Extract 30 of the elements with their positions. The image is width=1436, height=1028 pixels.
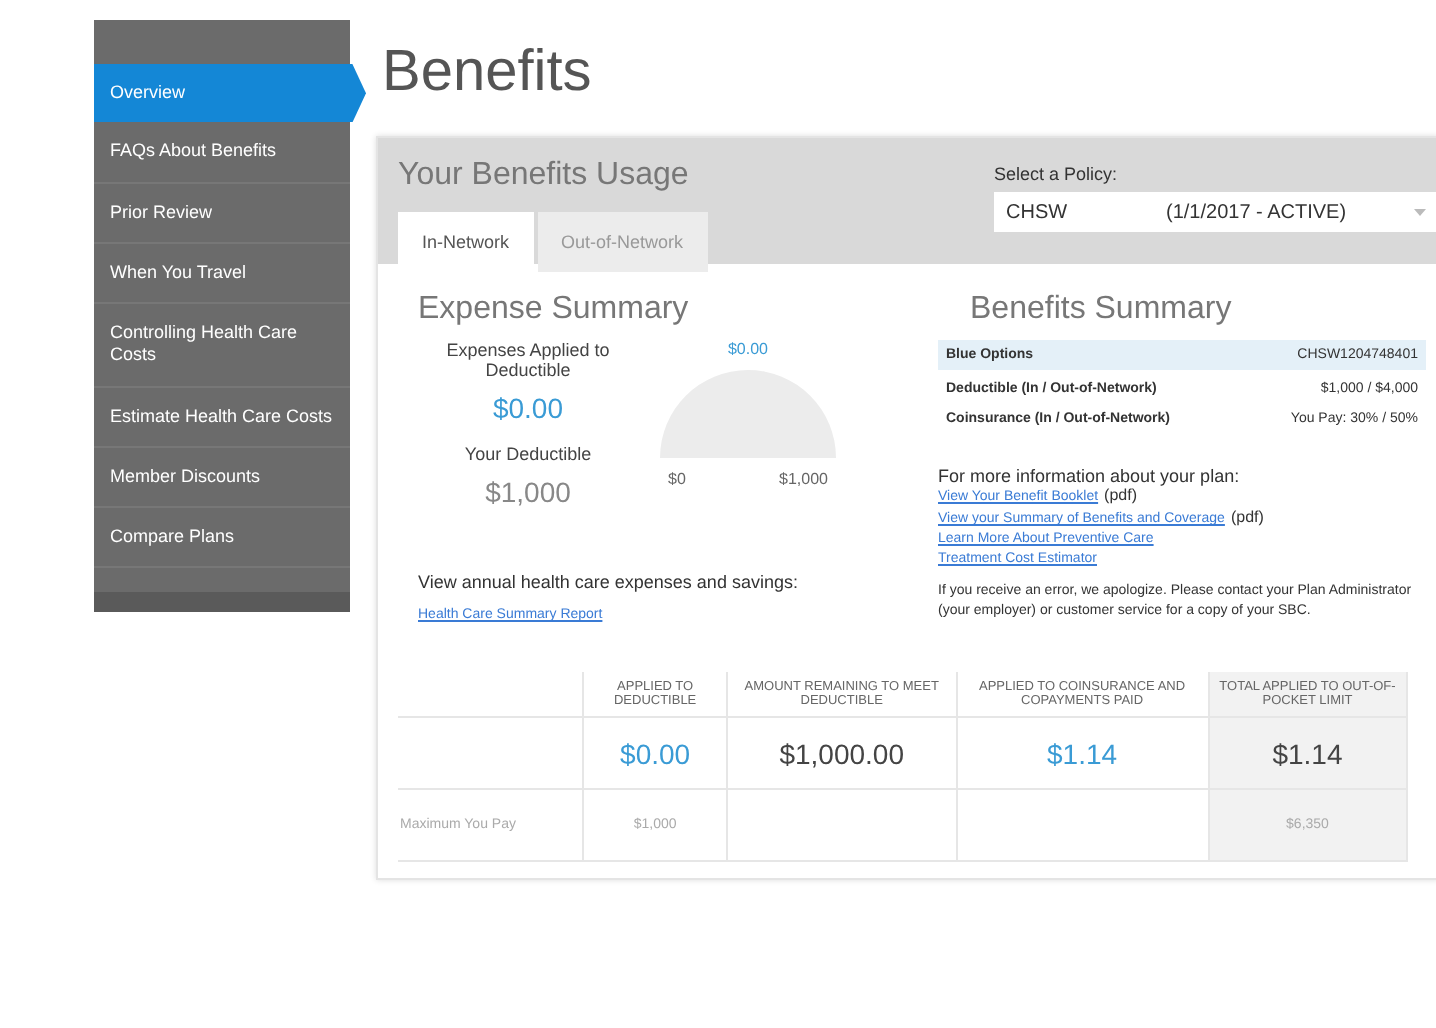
file-type-label: (pdf) <box>1230 508 1264 528</box>
field-label: Select a Policy: <box>994 164 1120 184</box>
table-cell: $1.14 <box>1208 717 1407 789</box>
section-title: Benefits Summary <box>970 292 1234 328</box>
sidebar-item[interactable]: When You Travel <box>94 243 350 304</box>
stat-value: $0.00 <box>490 392 566 424</box>
table-cell: $1.14 <box>956 717 1208 789</box>
section-title: Expense Summary <box>418 292 691 328</box>
stat-label: Your Deductible <box>462 444 594 464</box>
policy-select[interactable]: CHSW (1/1/2017 - ACTIVE) <box>994 192 1436 232</box>
sidebar-item[interactable]: Compare Plans <box>94 508 350 569</box>
sidebar-item[interactable]: Estimate Health Care Costs <box>94 387 350 448</box>
gauge-reading: $0.00 <box>727 340 769 358</box>
sidebar-item[interactable]: Member Discounts <box>94 447 350 508</box>
gauge-max-label: $1,000 <box>779 470 828 488</box>
page-title: Benefits <box>382 40 594 106</box>
stat-value: $1,000 <box>483 476 573 508</box>
stat-label: Expenses Applied to Deductible <box>444 340 612 380</box>
sidebar-item[interactable]: Prior Review <box>94 183 350 244</box>
report-text: View annual health care expenses and savings: <box>418 572 800 592</box>
gauge-min-label: $0 <box>668 470 686 488</box>
table-cell: $1,000.00 <box>727 717 957 789</box>
sidebar-item[interactable]: Controlling Health Care Costs <box>94 304 350 387</box>
info-text: For more information about your plan: <box>938 466 1242 486</box>
section-title: Your Benefits Usage <box>398 158 691 194</box>
sidebar-item[interactable]: Overview <box>94 64 366 123</box>
caret-icon <box>1414 206 1426 218</box>
file-type-label: (pdf) <box>1104 486 1137 506</box>
sidebar-item[interactable]: FAQs About Benefits <box>94 122 350 183</box>
table-cell: $0.00 <box>583 717 728 789</box>
